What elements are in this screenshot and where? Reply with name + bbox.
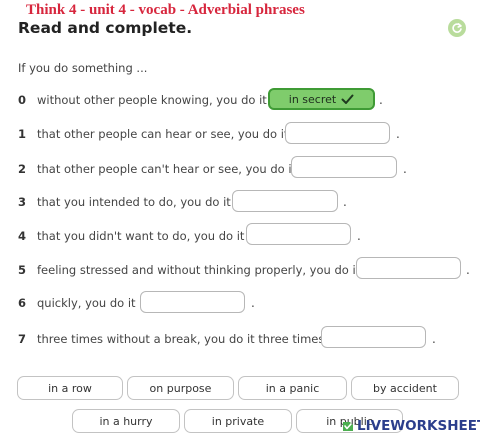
punctuation: . [396, 127, 400, 141]
answer-box-0[interactable]: in secret [268, 88, 375, 110]
refresh-icon[interactable] [448, 19, 466, 37]
question-text: quickly, you do it [37, 296, 136, 310]
answer-box-6[interactable] [140, 291, 245, 313]
question-text: that other people can't hear or see, you… [37, 162, 297, 176]
worksheet-title: Think 4 - unit 4 - vocab - Adverbial phr… [26, 2, 305, 18]
question-text: without other people knowing, you do it [37, 93, 267, 107]
answer-box-2[interactable] [291, 156, 397, 178]
liveworksheets-logo-icon [343, 422, 353, 431]
word-chip-on-purpose[interactable]: on purpose [127, 376, 234, 400]
punctuation: . [251, 296, 255, 310]
answer-box-1[interactable] [285, 122, 390, 144]
question-text: that other people can hear or see, you d… [37, 127, 289, 141]
word-chip-in-a-panic[interactable]: in a panic [238, 376, 347, 400]
question-number: 0 [18, 93, 27, 107]
question-number: 1 [18, 127, 27, 141]
answer-box-3[interactable] [232, 190, 338, 212]
exercise-intro: If you do something ... [18, 61, 148, 75]
liveworksheets-brand: LIVEWORKSHEETS [341, 418, 480, 434]
exercise-instruction: Read and complete. [18, 19, 193, 37]
question-text: that you didn't want to do, you do it [37, 229, 245, 243]
punctuation: . [466, 263, 470, 277]
punctuation: . [357, 229, 361, 243]
check-icon [341, 94, 354, 104]
punctuation: . [343, 195, 347, 209]
brand-text: LIVEWORKSHEETS [357, 418, 480, 434]
question-number: 5 [18, 263, 27, 277]
answer-box-5[interactable] [356, 257, 461, 279]
answer-box-7[interactable] [321, 326, 426, 348]
word-chip-in-a-hurry[interactable]: in a hurry [72, 409, 180, 433]
punctuation: . [403, 162, 407, 176]
word-chip-in-private[interactable]: in private [184, 409, 292, 433]
answer-text: in secret [288, 92, 337, 106]
question-number: 3 [18, 195, 27, 209]
word-chip-by-accident[interactable]: by accident [351, 376, 459, 400]
question-number: 7 [18, 332, 27, 346]
answer-box-4[interactable] [246, 223, 351, 245]
question-number: 4 [18, 229, 27, 243]
word-chip-in-a-row[interactable]: in a row [17, 376, 123, 400]
question-number: 6 [18, 296, 27, 310]
question-text: that you intended to do, you do it [37, 195, 231, 209]
question-number: 2 [18, 162, 27, 176]
question-text: feeling stressed and without thinking pr… [37, 263, 361, 277]
question-text: three times without a break, you do it t… [37, 332, 325, 346]
punctuation: . [432, 332, 436, 346]
punctuation: . [379, 93, 383, 107]
